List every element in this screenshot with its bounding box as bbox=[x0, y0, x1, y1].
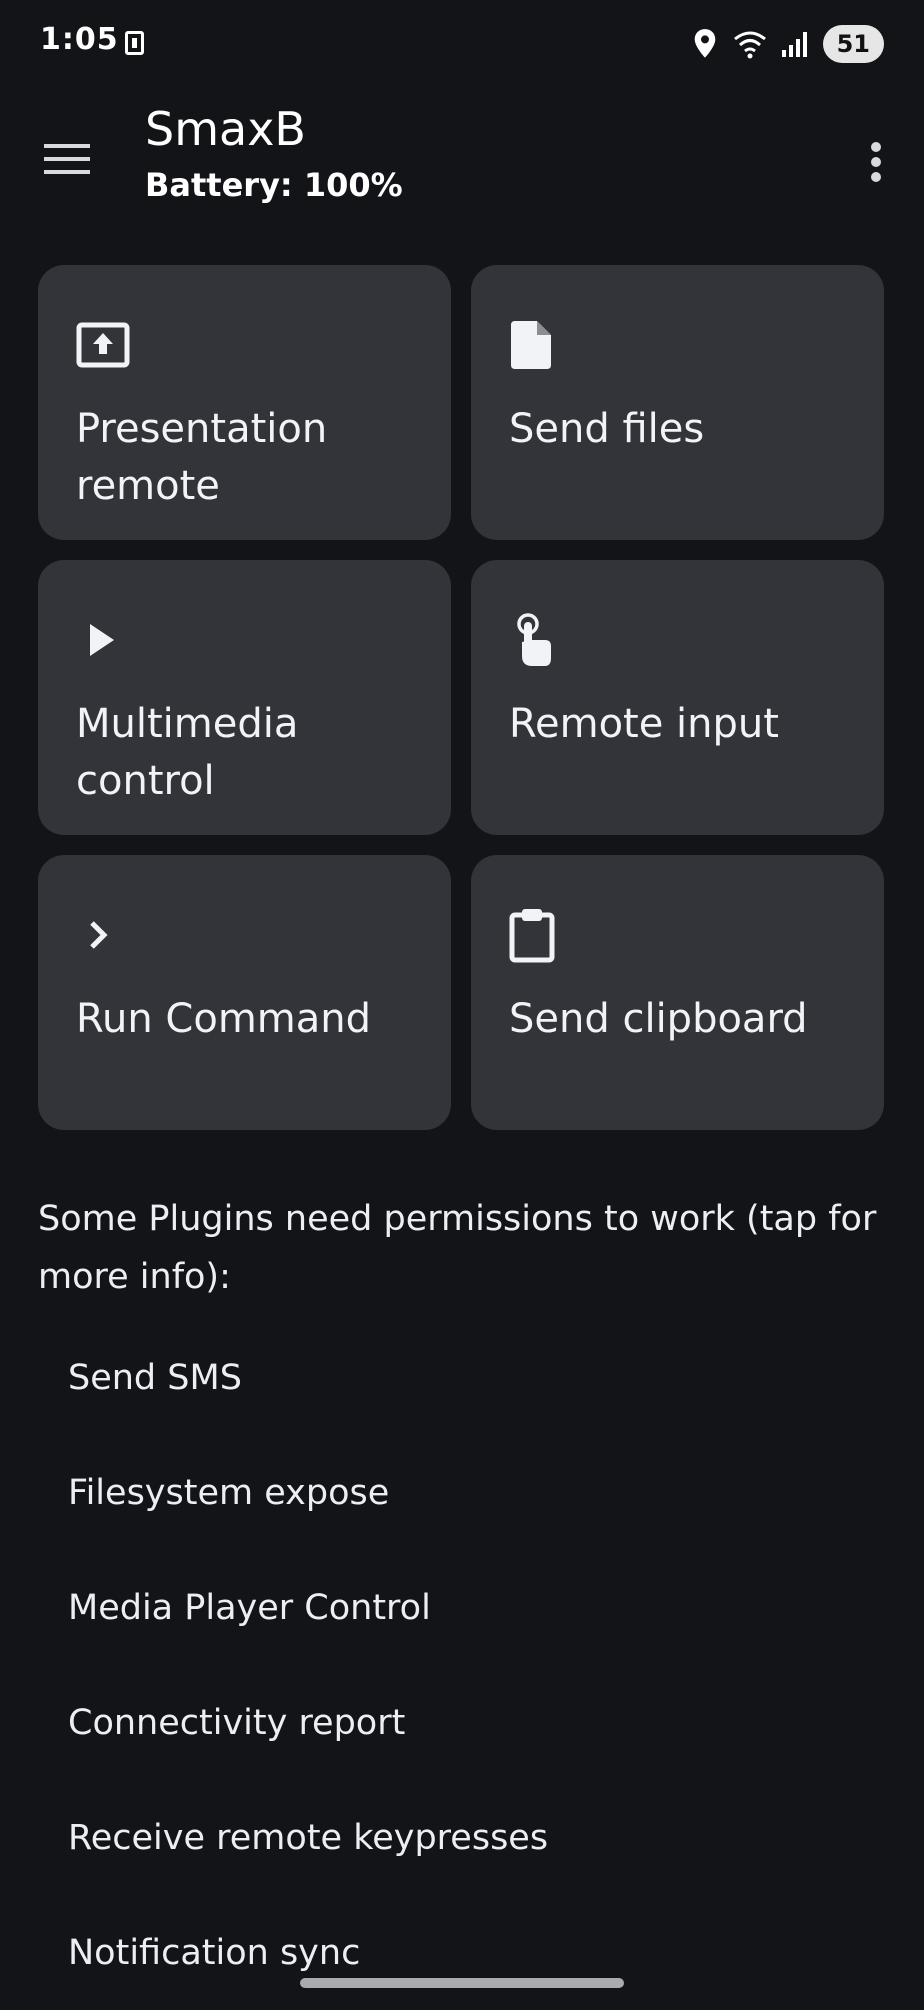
permission-item-receive-remote-keypresses[interactable]: Receive remote keypresses bbox=[0, 1780, 924, 1895]
card-label: Send files bbox=[509, 406, 705, 452]
status-icons: 51 bbox=[691, 24, 884, 64]
card-label: Run Command bbox=[76, 996, 371, 1042]
status-time: 1:05 bbox=[40, 22, 119, 57]
signal-icon bbox=[781, 32, 807, 57]
permissions-note[interactable]: Some Plugins need permissions to work (t… bbox=[38, 1190, 888, 1306]
home-indicator[interactable] bbox=[300, 1978, 624, 1988]
location-icon bbox=[694, 29, 715, 58]
wifi-icon bbox=[733, 31, 766, 59]
battery-status: Battery: 100% bbox=[145, 166, 403, 204]
play-icon bbox=[76, 612, 132, 668]
permission-item-notification-sync[interactable]: Notification sync bbox=[0, 1895, 924, 2010]
multimedia-control-card[interactable]: Multimedia control bbox=[38, 560, 451, 835]
card-label: Remote input bbox=[509, 701, 779, 747]
card-label: Multimedia control bbox=[76, 701, 299, 804]
clipboard-icon bbox=[509, 907, 565, 963]
touch-icon bbox=[509, 612, 565, 668]
plugin-grid: Presentation remote Send files Multimedi… bbox=[38, 265, 886, 1130]
card-label: Send clipboard bbox=[509, 996, 808, 1042]
menu-icon bbox=[44, 144, 90, 174]
chevron-right-icon bbox=[76, 907, 132, 963]
permission-item-media-player-control[interactable]: Media Player Control bbox=[0, 1550, 924, 1665]
status-bar: 1:05 51 bbox=[0, 0, 924, 88]
menu-button[interactable] bbox=[36, 128, 98, 190]
sim-icon bbox=[125, 31, 144, 55]
overflow-menu-button[interactable] bbox=[846, 124, 906, 200]
more-vert-icon bbox=[871, 142, 881, 182]
permission-item-filesystem-expose[interactable]: Filesystem expose bbox=[0, 1435, 924, 1550]
card-label: Presentation remote bbox=[76, 406, 328, 509]
remote-input-card[interactable]: Remote input bbox=[471, 560, 884, 835]
file-icon bbox=[509, 317, 565, 373]
permission-item-send-sms[interactable]: Send SMS bbox=[0, 1320, 924, 1435]
app-bar: SmaxB Battery: 100% bbox=[0, 88, 924, 228]
battery-indicator: 51 bbox=[822, 25, 884, 63]
presentation-remote-card[interactable]: Presentation remote bbox=[38, 265, 451, 540]
presentation-upload-icon bbox=[76, 317, 132, 373]
device-name: SmaxB bbox=[145, 102, 306, 156]
permissions-list: Send SMS Filesystem expose Media Player … bbox=[0, 1320, 924, 2010]
send-files-card[interactable]: Send files bbox=[471, 265, 884, 540]
permission-item-connectivity-report[interactable]: Connectivity report bbox=[0, 1665, 924, 1780]
run-command-card[interactable]: Run Command bbox=[38, 855, 451, 1130]
send-clipboard-card[interactable]: Send clipboard bbox=[471, 855, 884, 1130]
